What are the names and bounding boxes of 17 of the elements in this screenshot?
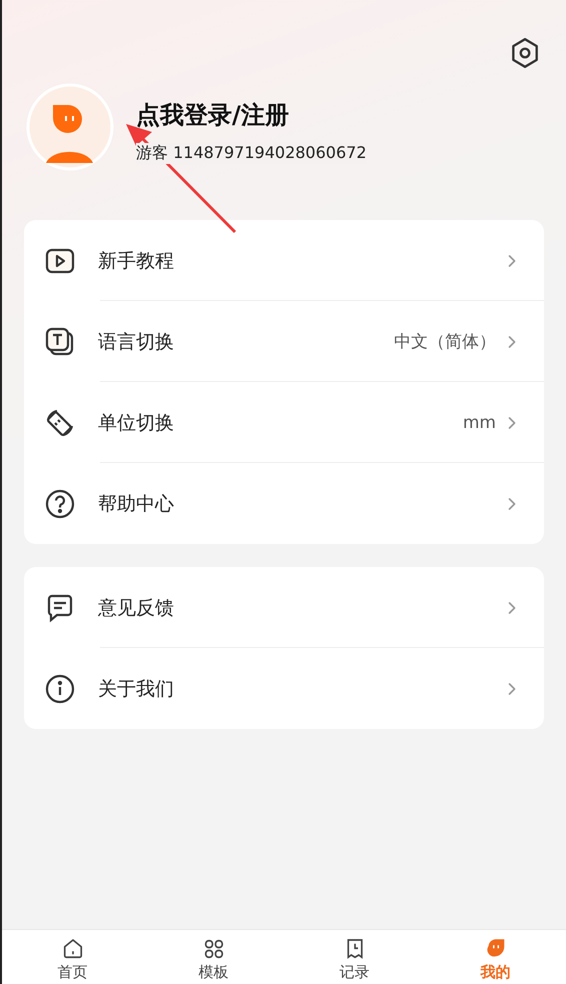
avatar[interactable] bbox=[26, 83, 114, 171]
setting-value: 中文（简体） bbox=[394, 331, 496, 353]
menu-item[interactable]: 关于我们 bbox=[24, 648, 544, 729]
menu-item[interactable]: 帮助中心 bbox=[24, 463, 544, 544]
info-icon bbox=[44, 672, 76, 704]
tab-item[interactable]: 首页 bbox=[2, 930, 143, 984]
tab-item[interactable]: 记录 bbox=[284, 930, 425, 984]
menu-item[interactable]: 新手教程 bbox=[24, 220, 544, 301]
setting-value: mm bbox=[462, 412, 496, 432]
help-icon bbox=[44, 488, 76, 520]
menu-item[interactable]: 语言切换 中文（简体） bbox=[24, 301, 544, 382]
menu-item[interactable]: 单位切换 mm bbox=[24, 382, 544, 463]
text-icon bbox=[44, 326, 76, 358]
tab-item[interactable]: 模板 bbox=[143, 930, 284, 984]
guest-id: 游客 1148797194028060672 bbox=[136, 142, 366, 164]
login-link[interactable]: 点我登录/注册 bbox=[136, 98, 366, 130]
menu-item[interactable]: 意见反馈 bbox=[24, 567, 544, 648]
